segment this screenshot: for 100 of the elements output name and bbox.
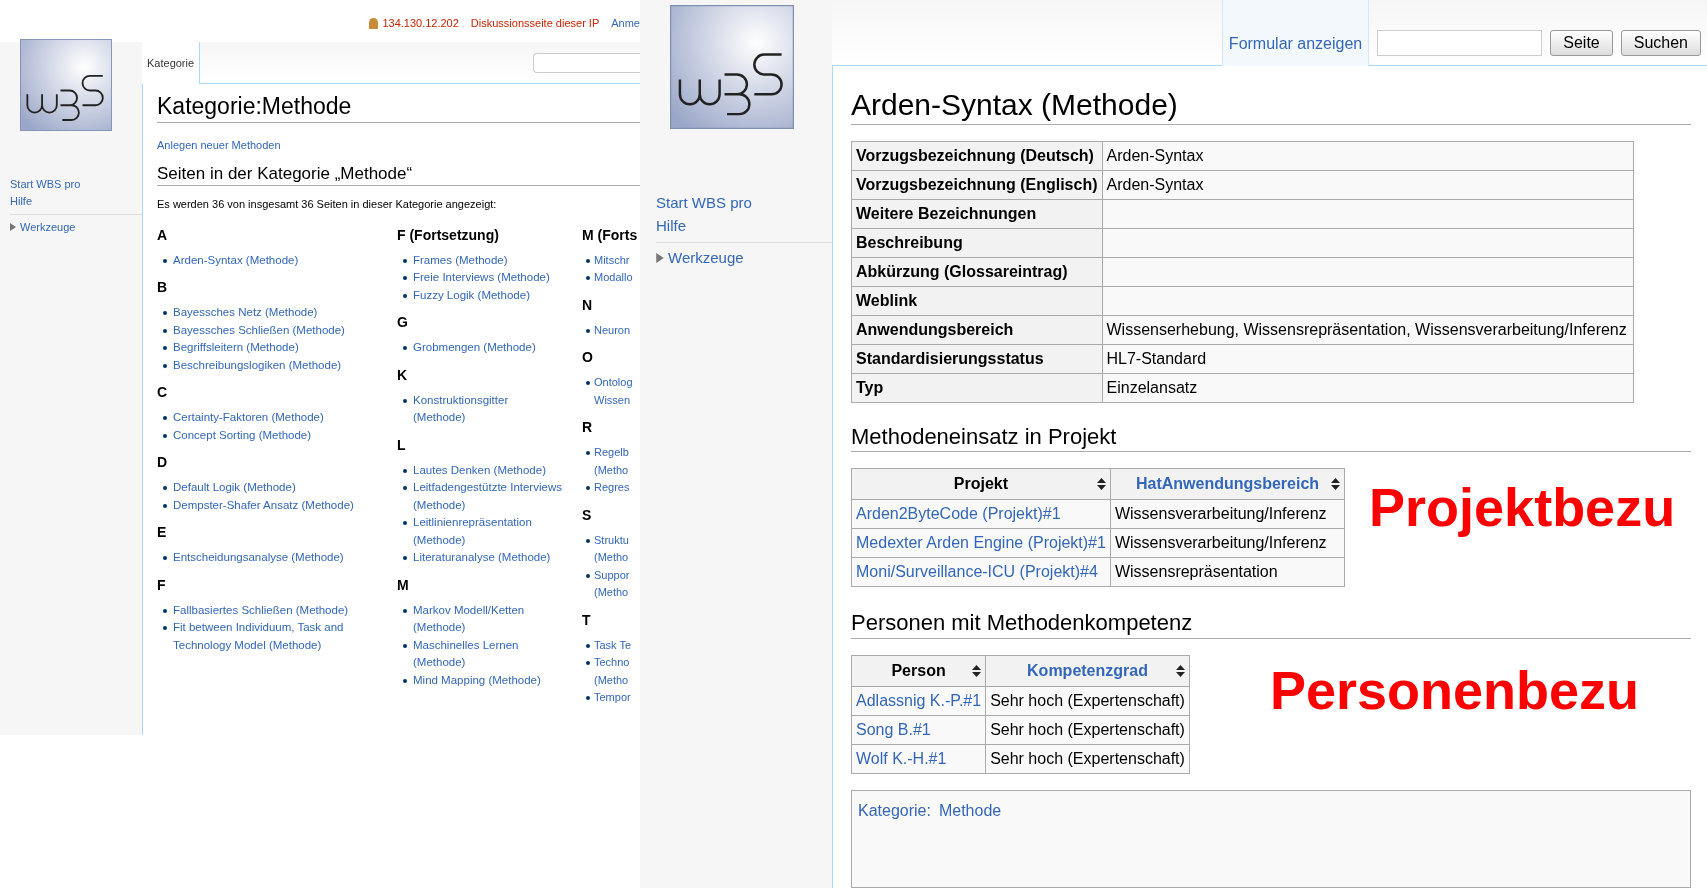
sort-icon[interactable]	[1331, 478, 1341, 491]
bullet-icon	[403, 644, 407, 648]
page-tab[interactable]: Kategorie	[142, 42, 201, 84]
property-label: Abkürzung (Glossareintrag)	[851, 257, 1102, 286]
category-page-link[interactable]: Regelb (Metho	[594, 444, 640, 480]
property-value: Arden-Syntax	[1106, 175, 1204, 193]
category-page-link[interactable]: Default Logik (Methode)	[173, 479, 296, 497]
letter-heading: R	[582, 418, 594, 438]
category-page-link[interactable]: Leitlinienrepräsentation (Methode)	[413, 514, 562, 550]
search-field[interactable]	[1377, 29, 1543, 56]
category-page-link[interactable]: Grobmengen (Methode)	[413, 339, 536, 357]
category-page-link[interactable]: Ontolog Wissen	[594, 374, 640, 410]
bullet-icon	[403, 399, 407, 403]
property-label: Vorzugsbezeichnung (Englisch)	[851, 170, 1102, 199]
category-page-link[interactable]: Techno (Metho	[594, 654, 640, 690]
page-title: Arden-Syntax (Methode)	[851, 86, 1691, 125]
sort-icon[interactable]	[1175, 664, 1185, 677]
ip-link[interactable]: 134.130.12.202	[382, 14, 459, 32]
category-page-link[interactable]: Lautes Denken (Methode)	[413, 462, 546, 480]
category-page-link[interactable]: Beschreibungslogiken (Methode)	[173, 357, 342, 375]
logo-icon[interactable]	[20, 39, 112, 131]
bullet-icon	[163, 416, 167, 421]
count-text: Es werden 36 von insgesamt 36 Seiten in dieser Kategorie angezeigt:	[157, 197, 498, 213]
sidebar-link[interactable]: Hilfe	[656, 214, 686, 238]
bullet-icon	[403, 521, 407, 526]
category-page-link[interactable]: Suppor (Metho	[594, 567, 640, 602]
property-value: HL7-Standard	[1106, 349, 1207, 367]
bullet-icon	[586, 696, 590, 701]
table-cell: Sehr hoch (Expertenschaft)	[990, 720, 1185, 738]
category-page-link[interactable]: Fit between Individuum, Task and Technology Model (Methode)	[173, 619, 397, 655]
sidebar-link[interactable]: Hilfe	[10, 193, 32, 211]
login-link[interactable]: Anme	[611, 14, 640, 32]
table-cell: Wissensrepräsentation	[1114, 563, 1278, 581]
bullet-icon	[403, 469, 407, 473]
tools-link[interactable]: Werkzeuge	[20, 219, 76, 236]
category-page-link[interactable]: Mind Mapping (Methode)	[413, 672, 541, 690]
letter-heading: O	[582, 348, 594, 368]
property-label: Beschreibung	[851, 228, 1102, 257]
talk-link[interactable]: Diskussionsseite dieser IP	[470, 14, 600, 32]
bullet-icon	[163, 364, 167, 368]
search-field[interactable]	[533, 52, 640, 73]
category-page-link[interactable]: Certainty-Faktoren (Methode)	[173, 409, 324, 427]
search-button[interactable]: Suchen	[1620, 29, 1701, 56]
category-page-link[interactable]: Concept Sorting (Methode)	[173, 427, 312, 445]
category-page-link[interactable]: Arden-Syntax (Methode)	[173, 252, 299, 270]
letter-heading: C	[157, 383, 169, 403]
category-page-link[interactable]: Bayessches Netz (Methode)	[173, 304, 318, 322]
category-page-link[interactable]: Leitfadengestützte Interviews (Methode)	[413, 479, 562, 515]
annotation-text: Personenbezu	[1269, 662, 1639, 717]
logo-icon[interactable]	[670, 5, 794, 129]
bullet-icon	[163, 346, 167, 351]
category-page-link[interactable]: Freie Interviews (Methode)	[413, 269, 550, 287]
form-tab[interactable]: Formular anzeigen	[1221, 0, 1370, 66]
bullet-icon	[586, 276, 590, 281]
category-page-link[interactable]: Frames (Methode)	[413, 252, 508, 270]
category-page-link[interactable]: Bayessches Schließen (Methode)	[173, 322, 345, 340]
category-page-link[interactable]: Konstruktionsgitter (Methode)	[413, 392, 562, 427]
category-page-link[interactable]: Modallo	[594, 269, 633, 287]
bullet-icon	[586, 259, 590, 263]
category-page-link[interactable]: Dempster-Shafer Ansatz (Methode)	[173, 497, 354, 515]
category-page-link[interactable]: Maschinelles Lernen (Methode)	[413, 637, 562, 672]
table-cell: Sehr hoch (Expertenschaft)	[990, 749, 1185, 767]
category-page-link[interactable]: Mitschr	[594, 252, 630, 270]
letter-heading: F	[157, 576, 167, 595]
category-page-link[interactable]: Markov Modell/Ketten (Methode)	[413, 602, 562, 637]
sidebar-link[interactable]: Start WBS pro	[656, 191, 752, 215]
category-page-link[interactable]: Entscheidungsanalyse (Methode)	[173, 549, 344, 567]
bullet-icon	[163, 329, 167, 333]
sidebar-link[interactable]: Start WBS pro	[10, 176, 81, 194]
letter-heading: M	[397, 576, 410, 595]
category-label-link[interactable]: Kategorie:	[858, 798, 931, 823]
category-page-link[interactable]: Struktu (Metho	[594, 532, 640, 567]
letter-heading: N	[582, 296, 594, 315]
category-page-link[interactable]: Literaturanalyse (Methode)	[413, 549, 551, 567]
annotation-text: Projektbezu	[1369, 480, 1676, 535]
category-link[interactable]: Methode	[938, 798, 1002, 823]
category-page-link[interactable]: Regres	[594, 479, 630, 497]
bullet-icon	[586, 451, 590, 456]
category-page-link[interactable]: Begriffsleitern (Methode)	[173, 339, 299, 357]
sort-icon[interactable]	[972, 664, 982, 677]
category-page-link[interactable]: Neuron	[594, 322, 631, 340]
letter-heading: K	[397, 366, 409, 385]
bullet-icon	[163, 434, 167, 438]
tools-link[interactable]: Werkzeuge	[668, 246, 744, 269]
column-header[interactable]: Projekt	[953, 472, 1009, 497]
category-page-link[interactable]: Fallbasiertes Schließen (Methode)	[173, 602, 349, 620]
create-link[interactable]: Anlegen neuer Methoden	[157, 136, 281, 154]
section-heading: Seiten in der Kategorie „Methode“	[157, 163, 640, 187]
bullet-icon	[163, 556, 167, 561]
bullet-icon	[403, 294, 407, 298]
category-page-link[interactable]: Tempor	[594, 689, 631, 707]
letter-heading: L	[397, 436, 407, 455]
bullet-icon	[403, 259, 407, 263]
sort-icon[interactable]	[1096, 478, 1106, 491]
category-page-link[interactable]: Fuzzy Logik (Methode)	[413, 287, 530, 305]
search-button[interactable]: Seite	[1550, 29, 1613, 56]
letter-heading: A	[157, 226, 169, 245]
letter-heading: E	[157, 523, 168, 543]
category-page-link[interactable]: Task Te	[594, 637, 632, 655]
bullet-icon	[403, 609, 407, 613]
